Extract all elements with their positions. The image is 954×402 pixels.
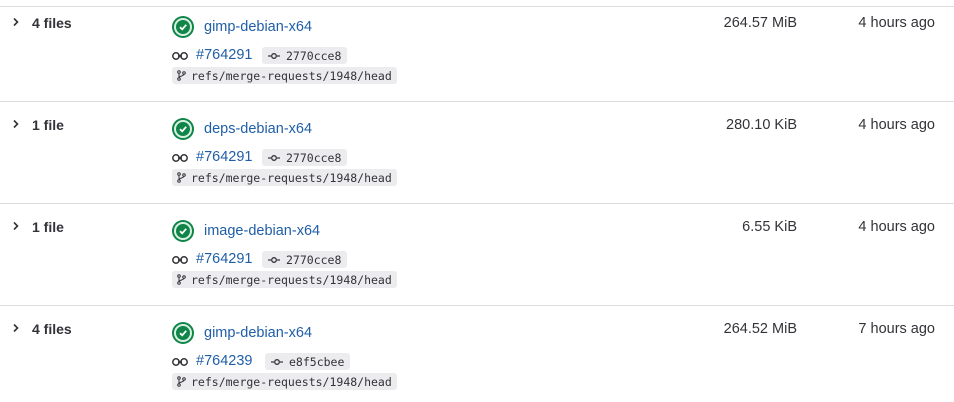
table-row: 1 file deps-debian-x64 #764291 2770cce8 … xyxy=(0,102,954,204)
status-success-icon[interactable] xyxy=(172,322,194,344)
commit-sha: 2770cce8 xyxy=(286,150,342,165)
ref-name: refs/merge-requests/1948/head xyxy=(191,170,392,185)
pipeline-link[interactable]: #764239 xyxy=(196,353,252,369)
pipeline-icon xyxy=(172,151,188,163)
branch-icon xyxy=(177,274,186,285)
commit-sha-badge[interactable]: 2770cce8 xyxy=(262,47,348,64)
artifact-size: 264.52 MiB xyxy=(723,321,797,337)
commit-sha: 2770cce8 xyxy=(286,48,342,63)
branch-icon xyxy=(177,172,186,183)
status-success-icon[interactable] xyxy=(172,16,194,38)
file-count-toggle[interactable]: 4 files xyxy=(32,15,72,31)
created-time: 4 hours ago xyxy=(858,117,935,133)
job-link[interactable]: image-debian-x64 xyxy=(204,223,320,239)
commit-sha-badge[interactable]: e8f5cbee xyxy=(265,353,351,370)
created-time: 7 hours ago xyxy=(858,321,935,337)
chevron-right-icon[interactable] xyxy=(11,119,21,129)
artifact-size: 6.55 KiB xyxy=(742,219,797,235)
ref-badge[interactable]: refs/merge-requests/1948/head xyxy=(172,67,397,84)
file-count-toggle[interactable]: 1 file xyxy=(32,219,64,235)
ref-badge[interactable]: refs/merge-requests/1948/head xyxy=(172,169,397,186)
chevron-right-icon[interactable] xyxy=(11,221,21,231)
commit-sha: e8f5cbee xyxy=(289,354,345,369)
artifact-size: 280.10 KiB xyxy=(726,117,797,133)
created-time: 4 hours ago xyxy=(858,15,935,31)
job-link[interactable]: gimp-debian-x64 xyxy=(204,19,312,35)
branch-icon xyxy=(177,376,186,387)
artifact-size: 264.57 MiB xyxy=(723,15,797,31)
pipeline-link[interactable]: #764291 xyxy=(196,149,252,165)
file-count-toggle[interactable]: 1 file xyxy=(32,117,64,133)
commit-sha-badge[interactable]: 2770cce8 xyxy=(262,149,348,166)
chevron-right-icon[interactable] xyxy=(11,323,21,333)
commit-icon xyxy=(268,52,280,59)
commit-icon xyxy=(268,154,280,161)
ref-name: refs/merge-requests/1948/head xyxy=(191,374,392,389)
pipeline-icon xyxy=(172,253,188,265)
file-count-toggle[interactable]: 4 files xyxy=(32,321,72,337)
pipeline-icon xyxy=(172,355,188,367)
commit-sha: 2770cce8 xyxy=(286,252,342,267)
pipeline-link[interactable]: #764291 xyxy=(196,251,252,267)
job-link[interactable]: gimp-debian-x64 xyxy=(204,325,312,341)
ref-name: refs/merge-requests/1948/head xyxy=(191,68,392,83)
table-row: 4 files gimp-debian-x64 #764239 e8f5cbee… xyxy=(0,306,954,402)
pipeline-link[interactable]: #764291 xyxy=(196,47,252,63)
created-time: 4 hours ago xyxy=(858,219,935,235)
ref-badge[interactable]: refs/merge-requests/1948/head xyxy=(172,271,397,288)
chevron-right-icon[interactable] xyxy=(11,17,21,27)
branch-icon xyxy=(177,70,186,81)
commit-icon xyxy=(271,358,283,365)
commit-sha-badge[interactable]: 2770cce8 xyxy=(262,251,348,268)
table-row: 4 files gimp-debian-x64 #764291 2770cce8… xyxy=(0,0,954,102)
status-success-icon[interactable] xyxy=(172,118,194,140)
ref-badge[interactable]: refs/merge-requests/1948/head xyxy=(172,373,397,390)
commit-icon xyxy=(268,256,280,263)
job-link[interactable]: deps-debian-x64 xyxy=(204,121,312,137)
pipeline-icon xyxy=(172,49,188,61)
status-success-icon[interactable] xyxy=(172,220,194,242)
ref-name: refs/merge-requests/1948/head xyxy=(191,272,392,287)
table-row: 1 file image-debian-x64 #764291 2770cce8… xyxy=(0,204,954,306)
